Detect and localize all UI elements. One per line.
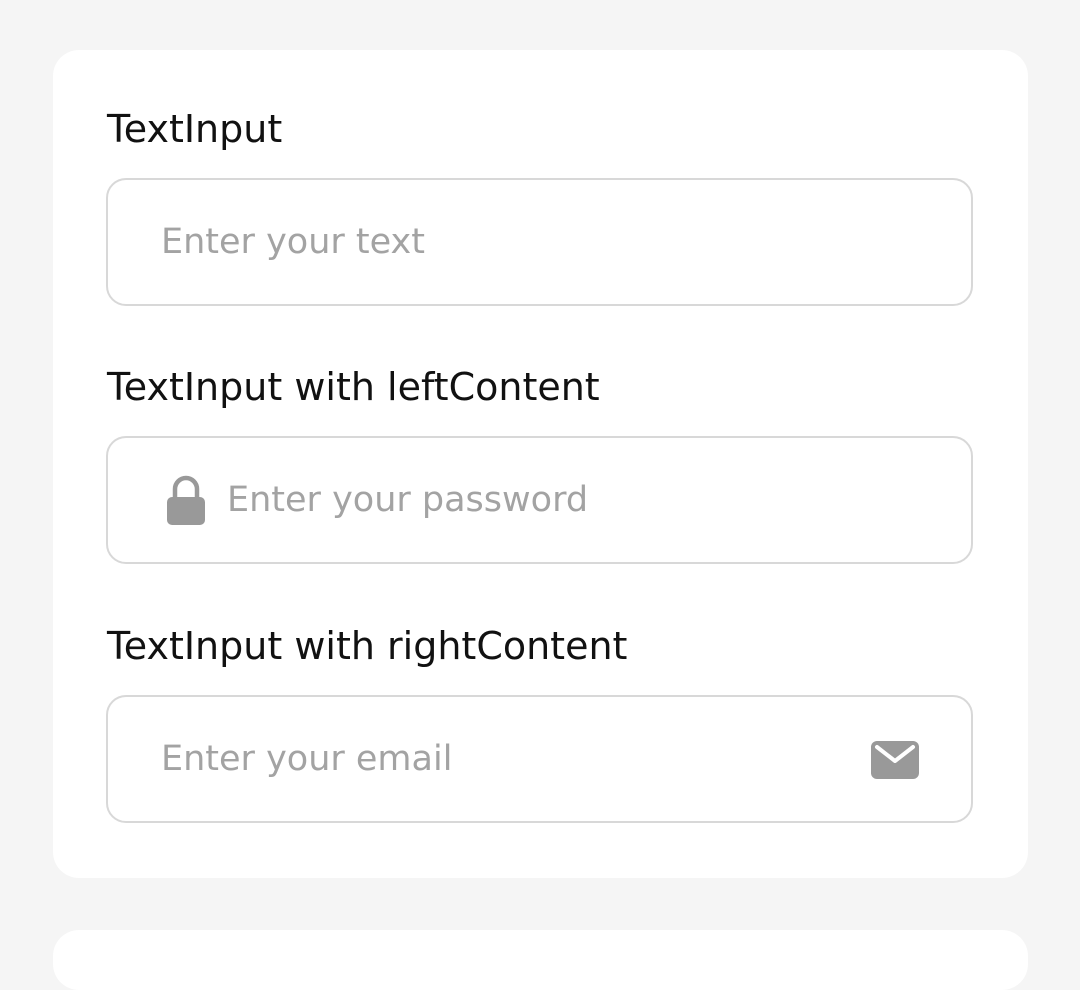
section-title-text-input: TextInput bbox=[107, 107, 283, 151]
mail-icon bbox=[871, 741, 919, 779]
text-input-examples-card: TextInput TextInput with leftContent Tex… bbox=[53, 50, 1028, 878]
next-card bbox=[53, 930, 1028, 990]
text-input-field[interactable] bbox=[106, 178, 973, 306]
password-input-field[interactable] bbox=[106, 436, 973, 564]
email-input[interactable] bbox=[161, 697, 841, 821]
section-title-right-content: TextInput with rightContent bbox=[107, 624, 628, 668]
password-input[interactable] bbox=[227, 438, 941, 562]
email-input-field[interactable] bbox=[106, 695, 973, 823]
lock-icon bbox=[167, 475, 205, 525]
section-title-left-content: TextInput with leftContent bbox=[107, 365, 600, 409]
text-input[interactable] bbox=[161, 180, 941, 304]
